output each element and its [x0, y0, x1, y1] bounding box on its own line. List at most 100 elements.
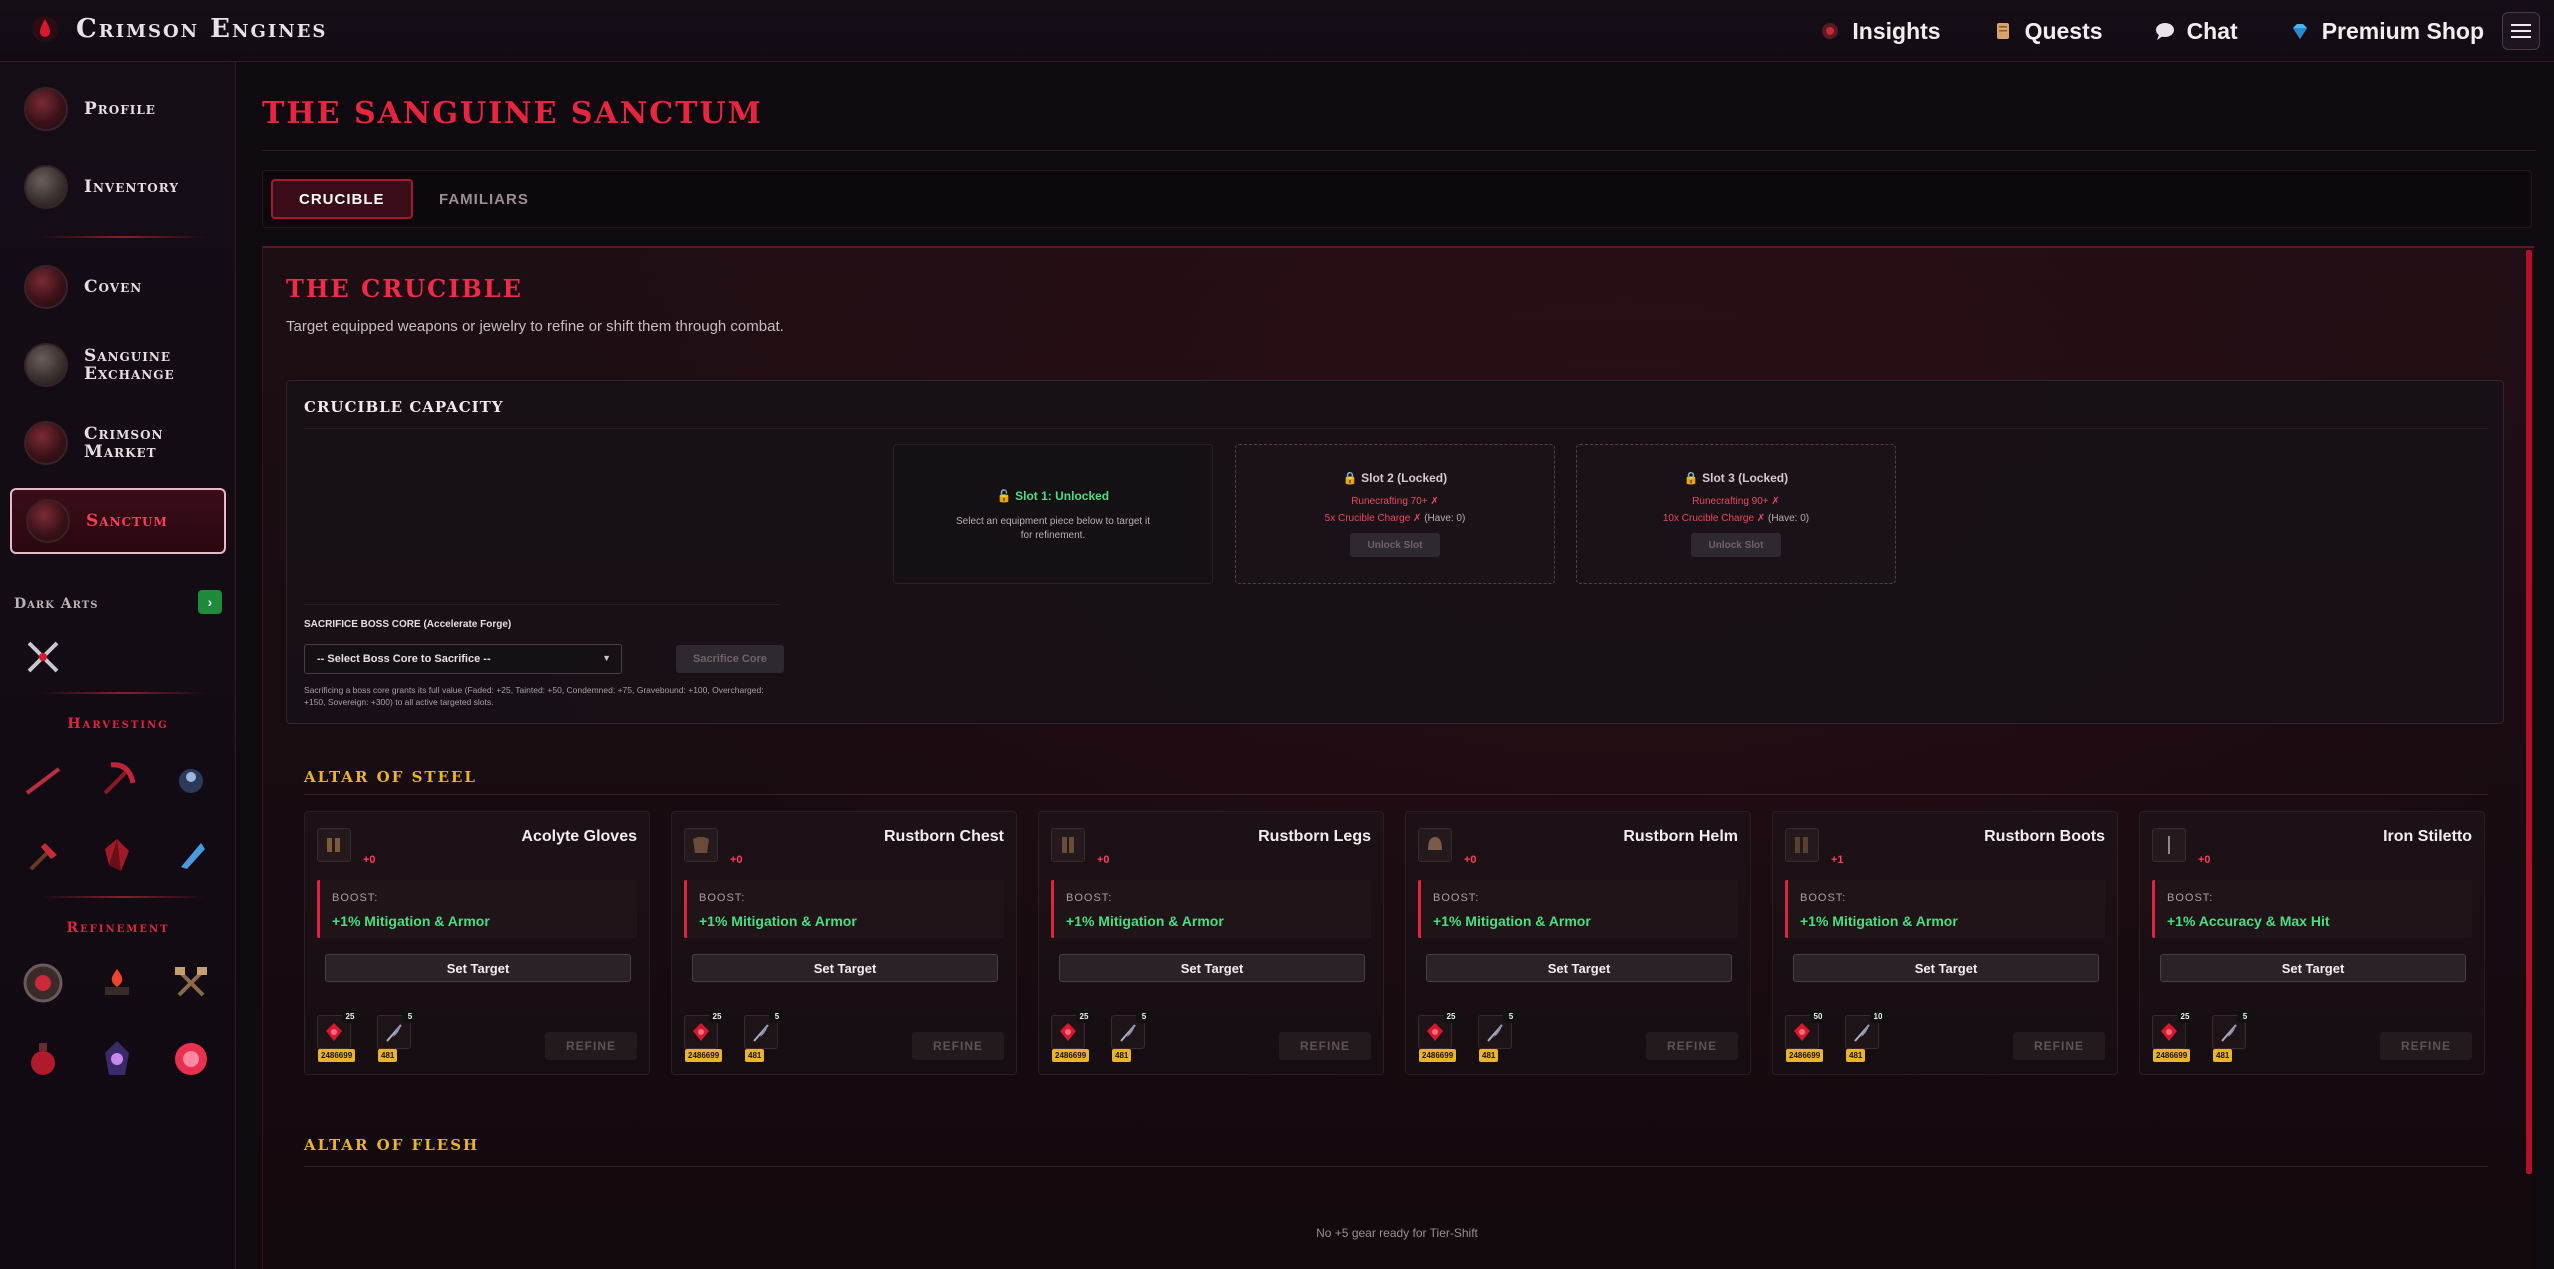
pickaxe-icon[interactable] [94, 756, 140, 802]
nav-premium-shop[interactable]: Premium Shop [2290, 18, 2484, 45]
harpoon-icon[interactable] [20, 756, 66, 802]
scrollbar[interactable] [2526, 250, 2532, 1174]
refine-button[interactable]: REFINE [2380, 1032, 2472, 1060]
arcane-crystal-icon[interactable] [94, 1036, 140, 1082]
nav-chat-label: Chat [2186, 17, 2238, 44]
unlock-slot-3-button[interactable]: Unlock Slot [1691, 533, 1781, 557]
sidebar-item-label: Profile [84, 99, 156, 119]
equipment-card: Iron Stiletto +0 BOOST: +1% Accuracy & Max … [2139, 811, 2485, 1075]
sidebar-divider [40, 896, 206, 898]
brand[interactable]: Crimson Engines [32, 14, 327, 44]
feather-material: 5 481 [1111, 1009, 1152, 1062]
equipment-card: Rustborn Chest +0 BOOST: +1% Mitigation & A… [671, 811, 1017, 1075]
inventory-bag-icon [24, 165, 68, 209]
feather-quill-icon [753, 1024, 769, 1042]
ice-shard-icon[interactable] [168, 832, 214, 878]
legs-armor-icon [1051, 828, 1085, 862]
refine-button[interactable]: REFINE [545, 1032, 637, 1060]
blood-heart-icon[interactable] [168, 1036, 214, 1082]
boost-label: BOOST: [2167, 892, 2214, 904]
sacrifice-core-button[interactable]: Sacrifice Core [676, 645, 784, 673]
sidebar-item-coven[interactable]: Coven [10, 254, 226, 320]
blood-essence-material: 25 2486699 [1418, 1009, 1459, 1062]
sacrifice-divider [304, 604, 780, 605]
anvil-fire-icon[interactable] [94, 960, 140, 1006]
dark-arts-label: Dark Arts [14, 596, 99, 612]
blood-essence-icon [1427, 1023, 1443, 1041]
material-required-count: 25 [1443, 1009, 1459, 1023]
crossed-swords-icon[interactable] [20, 634, 66, 680]
set-target-button[interactable]: Set Target [325, 954, 631, 982]
altar-of-steel-title: Altar of Steel [304, 768, 477, 786]
set-target-button[interactable]: Set Target [1793, 954, 2099, 982]
blood-essence-icon [2161, 1023, 2177, 1041]
feather-quill-icon [386, 1024, 402, 1042]
blood-essence-material: 25 2486699 [317, 1009, 358, 1062]
sidebar-item-label: Sanguine Exchange [84, 346, 175, 384]
sidebar-item-inventory[interactable]: Inventory [10, 154, 226, 220]
equipment-level: +0 [2198, 854, 2211, 866]
axe-icon[interactable] [20, 832, 66, 878]
tab-crucible[interactable]: Crucible [271, 179, 413, 219]
boost-panel: BOOST: +1% Mitigation & Armor [684, 880, 1004, 938]
material-required-count: 5 [1136, 1009, 1152, 1023]
material-required-count: 25 [1076, 1009, 1092, 1023]
crucible-title: The Crucible [286, 274, 523, 303]
boost-label: BOOST: [699, 892, 746, 904]
blood-essence-icon [693, 1023, 709, 1041]
unlock-slot-2-button[interactable]: Unlock Slot [1350, 533, 1440, 557]
refine-button[interactable]: REFINE [2013, 1032, 2105, 1060]
slot-3-req-charge: 10x Crucible Charge ✗ (Have: 0) [1577, 510, 1895, 527]
sidebar-item-sanctum[interactable]: Sanctum [10, 488, 226, 554]
equipment-name: Iron Stiletto [2383, 828, 2472, 845]
blood-essence-material: 25 2486699 [1051, 1009, 1092, 1062]
boss-core-select[interactable]: -- Select Boss Core to Sacrifice -- ▼ [304, 644, 622, 674]
refine-button[interactable]: REFINE [912, 1032, 1004, 1060]
sidebar-item-sanguine-exchange[interactable]: Sanguine Exchange [10, 332, 226, 398]
forge-wheel-icon[interactable] [20, 960, 66, 1006]
slot-3-req-charge-text: 10x Crucible Charge ✗ [1662, 513, 1766, 524]
equipment-level: +0 [363, 854, 376, 866]
feather-material: 5 481 [1478, 1009, 1519, 1062]
sidebar-item-profile[interactable]: Profile [10, 76, 226, 142]
material-owned-qty: 481 [1112, 1049, 1132, 1062]
nav-quests-label: Quests [2024, 17, 2103, 44]
equipment-card: Rustborn Boots +1 BOOST: +1% Mitigation & A… [1772, 811, 2118, 1075]
material-required-count: 50 [1810, 1009, 1826, 1023]
nav-premium-shop-label: Premium Shop [2321, 17, 2484, 44]
sidebar-item-crimson-market[interactable]: Crimson Market [10, 410, 226, 476]
nav-quests[interactable]: Quests [1993, 18, 2103, 45]
set-target-button[interactable]: Set Target [1059, 954, 1365, 982]
refine-button[interactable]: REFINE [1279, 1032, 1371, 1060]
nav-chat[interactable]: Chat [2155, 18, 2238, 45]
cauldron-icon[interactable] [168, 756, 214, 802]
equipment-name: Rustborn Helm [1623, 828, 1738, 845]
dark-arts-expand-button[interactable]: › [198, 590, 222, 614]
tab-familiars[interactable]: Familiars [413, 179, 555, 219]
potion-flask-icon[interactable] [20, 1036, 66, 1082]
material-required-count: 25 [2177, 1009, 2193, 1023]
material-owned-qty: 481 [378, 1049, 398, 1062]
set-target-button[interactable]: Set Target [692, 954, 998, 982]
feather-material: 5 481 [2212, 1009, 2253, 1062]
set-target-button[interactable]: Set Target [2160, 954, 2466, 982]
scroll-icon [1996, 23, 2009, 39]
menu-icon[interactable] [2502, 12, 2540, 50]
slot-3-have: (Have: 0) [1767, 513, 1810, 524]
equipment-name: Acolyte Gloves [521, 828, 637, 845]
material-required-count: 25 [709, 1009, 725, 1023]
slot-1-desc: Select an equipment piece below to targe… [955, 516, 1150, 541]
page-title: The Sanguine Sanctum [262, 96, 763, 131]
material-owned-qty: 2486699 [318, 1049, 356, 1062]
dagger-icon [2152, 828, 2186, 862]
refine-button[interactable]: REFINE [1646, 1032, 1738, 1060]
blood-essence-icon [1794, 1023, 1810, 1041]
nav-insights[interactable]: Insights [1820, 18, 1941, 45]
sanctum-altar-icon [26, 499, 70, 543]
crossed-hammers-icon[interactable] [168, 960, 214, 1006]
altar-of-flesh-empty-message: No +5 gear ready for Tier-Shift [1316, 1226, 1478, 1240]
boost-value: +1% Accuracy & Max Hit [2167, 913, 2330, 929]
equipment-name: Rustborn Legs [1258, 828, 1371, 845]
set-target-button[interactable]: Set Target [1426, 954, 1732, 982]
blood-crystal-icon[interactable] [94, 832, 140, 878]
